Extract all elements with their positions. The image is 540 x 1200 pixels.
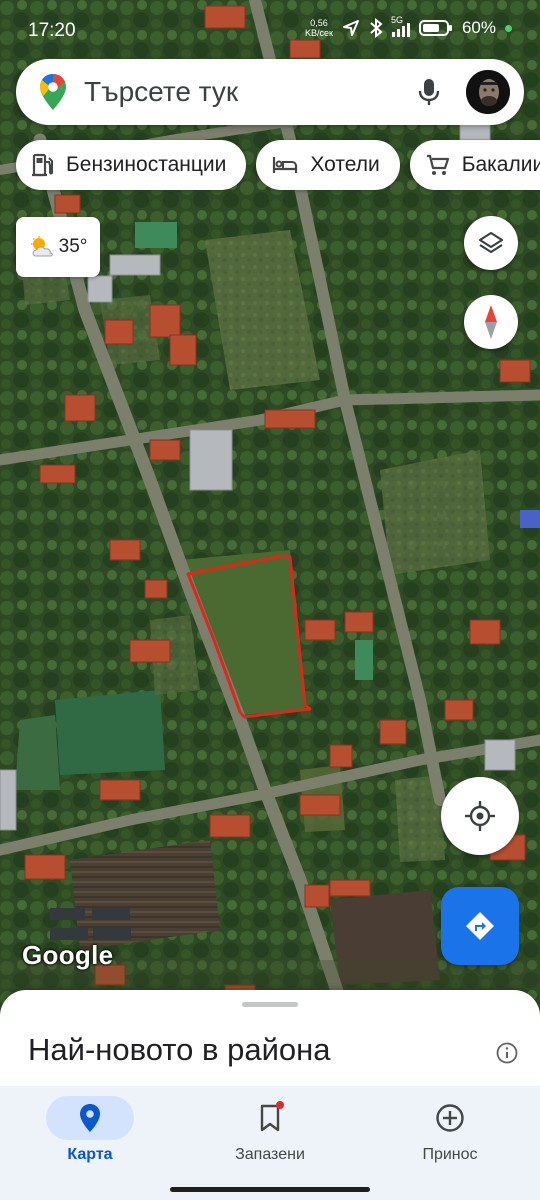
chip-gas-stations[interactable]: Бензиностанции [16, 140, 247, 190]
bottom-navigation: Карта Запазени Принос [0, 1086, 540, 1200]
sheet-title: Най-новото в района [28, 1032, 331, 1067]
signal-icon: 5G [391, 15, 410, 37]
status-time: 17:20 [28, 20, 76, 41]
gas-station-icon [32, 153, 53, 177]
cart-icon [426, 154, 449, 175]
my-location-button[interactable] [441, 777, 519, 855]
google-attribution: Google [22, 940, 114, 970]
nav-item-contribute[interactable]: Принос [375, 1096, 525, 1186]
chip-hotels[interactable]: Хотели [256, 140, 400, 190]
chip-label: Бакалии [461, 153, 540, 176]
map-pin-icon [80, 1104, 100, 1132]
google-maps-logo-icon [40, 74, 66, 110]
status-icons: 0,56 KB/сек 5G 60% [305, 15, 512, 38]
sheet-drag-handle[interactable] [242, 1002, 298, 1007]
nav-label: Запазени [235, 1146, 305, 1163]
nav-label: Карта [67, 1146, 113, 1163]
microphone-icon[interactable] [416, 77, 442, 107]
chip-label: Бензиностанции [66, 153, 227, 176]
crosshair-icon [465, 801, 495, 831]
search-input[interactable]: Търсете тук [84, 76, 416, 108]
weather-temperature: 35° [58, 236, 88, 257]
hotel-bed-icon [273, 157, 298, 173]
bluetooth-icon [370, 18, 383, 38]
battery-icon [418, 20, 452, 36]
add-circle-icon [436, 1104, 464, 1132]
battery-percent: 60% [461, 18, 496, 37]
latest-in-area-sheet[interactable]: Най-новото в района [0, 990, 540, 1090]
notification-dot [276, 1101, 284, 1109]
status-bar: 17:20 0,56 KB/сек 5G 60% [0, 0, 540, 60]
location-arrow-icon [342, 20, 359, 36]
directions-arrow-icon [466, 912, 494, 940]
partly-cloudy-icon [30, 236, 53, 257]
chip-groceries[interactable]: Бакалии [409, 140, 540, 190]
layers-button[interactable] [464, 216, 518, 270]
network-speed: 0,56 KB/сек [305, 18, 333, 38]
user-photo-icon [466, 70, 510, 114]
directions-button[interactable] [441, 887, 519, 965]
account-avatar[interactable] [466, 70, 510, 114]
nav-item-saved[interactable]: Запазени [195, 1096, 345, 1186]
layers-icon [478, 231, 504, 254]
info-icon[interactable] [496, 1042, 518, 1064]
weather-badge[interactable]: 35° [16, 217, 100, 277]
nav-label: Принос [422, 1146, 478, 1163]
nav-icon-wrap [406, 1096, 494, 1140]
privacy-indicator-dot [505, 24, 512, 32]
compass-button[interactable] [464, 295, 518, 349]
category-chips: Бензиностанции Хотели Бакалии [16, 140, 540, 190]
nav-icon-wrap [226, 1096, 314, 1140]
search-bar[interactable]: Търсете тук [16, 59, 524, 125]
system-gesture-bar[interactable] [170, 1187, 370, 1192]
chip-label: Хотели [310, 153, 380, 176]
nav-active-indicator [46, 1096, 134, 1140]
nav-item-explore[interactable]: Карта [15, 1096, 165, 1186]
compass-icon [485, 305, 497, 339]
